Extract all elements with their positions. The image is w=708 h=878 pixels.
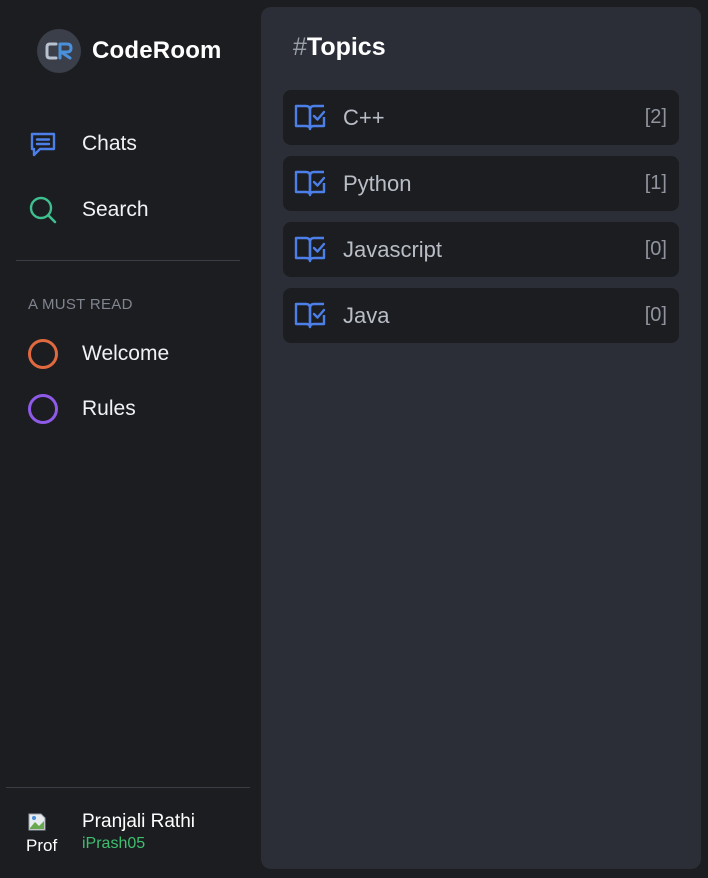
topic-item-javascript[interactable]: Javascript [0] [283, 222, 679, 277]
app-name: CodeRoom [92, 37, 222, 64]
user-profile[interactable]: Prof Pranjali Rathi iPrash05 [26, 810, 195, 854]
brand[interactable]: CodeRoom [37, 29, 222, 73]
topic-item-python[interactable]: Python [1] [283, 156, 679, 211]
title-hash: # [293, 33, 307, 61]
search-icon [28, 195, 58, 225]
topic-count: [2] [644, 106, 667, 128]
topic-name: C++ [343, 104, 385, 130]
topic-name: Java [343, 302, 390, 328]
topic-count: [0] [644, 304, 667, 326]
topic-name: Javascript [343, 236, 443, 262]
nav-label-search: Search [82, 198, 149, 221]
coderoom-logo-icon [37, 29, 81, 73]
page-title: #Topics [293, 33, 386, 62]
footer-divider [6, 787, 250, 788]
topic-item-java[interactable]: Java [0] [283, 288, 679, 343]
must-read-label-rules: Rules [82, 397, 136, 420]
profile-name: Pranjali Rathi [82, 811, 195, 832]
book-check-icon [294, 170, 326, 197]
must-read-item-welcome[interactable]: Welcome [28, 337, 169, 371]
nav-label-chats: Chats [82, 132, 137, 155]
profile-handle: iPrash05 [82, 835, 146, 852]
book-check-icon [294, 236, 326, 263]
topics-panel: #Topics C++ [2] Python [1] Javascript [0… [261, 7, 701, 869]
title-text: Topics [306, 33, 386, 61]
topic-count: [1] [644, 172, 667, 194]
book-check-icon [294, 302, 326, 329]
nav-item-search[interactable]: Search [28, 193, 149, 227]
chat-icon [28, 129, 58, 159]
book-check-icon [294, 104, 326, 131]
topic-name: Python [343, 170, 412, 196]
nav-item-chats[interactable]: Chats [28, 127, 137, 161]
must-read-heading: A MUST READ [28, 296, 133, 313]
must-read-label-welcome: Welcome [82, 342, 170, 365]
profile-info: Pranjali Rathi iPrash05 [82, 810, 195, 854]
topic-item-cpp[interactable]: C++ [2] [283, 90, 679, 145]
circle-icon [28, 394, 58, 424]
topic-count: [0] [644, 238, 667, 260]
circle-icon [28, 339, 58, 369]
avatar[interactable]: Prof [26, 811, 68, 853]
avatar-alt-text: Prof [26, 836, 58, 854]
sidebar: CodeRoom Chats Search A MUST READ Welcom… [0, 0, 256, 878]
sidebar-divider [16, 260, 240, 261]
broken-image-icon [28, 813, 46, 831]
must-read-item-rules[interactable]: Rules [28, 392, 136, 426]
